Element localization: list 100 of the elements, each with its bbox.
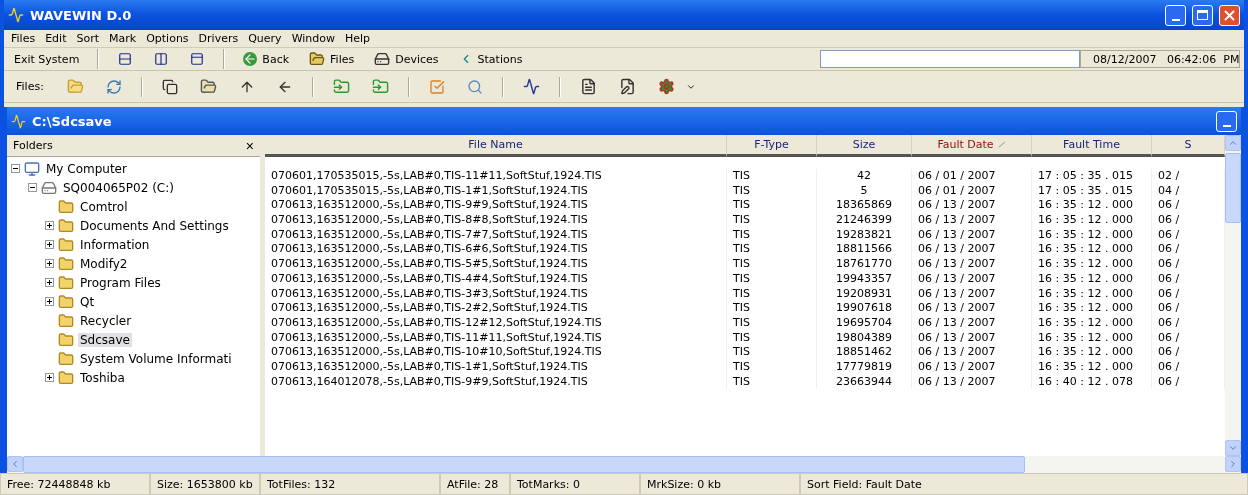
computer-icon: [24, 160, 40, 177]
status-field: Free: 72448848 kb: [0, 473, 150, 495]
window-title: C:\Sdcsave: [32, 113, 113, 129]
menu-item[interactable]: Mark: [104, 32, 142, 45]
menu-item[interactable]: Sort: [71, 32, 104, 45]
plus-icon: [46, 279, 53, 286]
table-cell: TIS: [727, 271, 817, 287]
expand-toggle[interactable]: [45, 373, 54, 382]
table-cell: 42: [817, 169, 912, 184]
folder-icon: [58, 236, 74, 253]
stations-button[interactable]: Stations: [448, 49, 533, 69]
back-button[interactable]: Back: [233, 49, 300, 69]
table-cell: 19283821: [817, 227, 912, 243]
tree-item[interactable]: System Volume Informati: [78, 351, 234, 366]
tree-item[interactable]: Program Files: [78, 275, 163, 290]
scroll-thumb[interactable]: [1225, 153, 1241, 223]
menu-item[interactable]: Drivers: [193, 32, 244, 45]
folder-icon: [58, 255, 74, 272]
table-cell: 06 / 13 / 2007: [912, 374, 1032, 390]
table-cell: 16 : 35 : 12 . 000: [1032, 301, 1152, 316]
column-header[interactable]: Size: [817, 135, 912, 157]
table-cell: 18365869: [817, 198, 912, 214]
tree-item[interactable]: Information: [78, 237, 152, 252]
expand-toggle[interactable]: [45, 259, 54, 268]
column-header[interactable]: F-Type: [727, 135, 817, 157]
device-icon: [374, 51, 391, 67]
menu-item[interactable]: Window: [286, 32, 340, 45]
devices-button[interactable]: Devices: [364, 49, 449, 69]
column-header[interactable]: File Name: [265, 135, 727, 157]
table-cell: 070613,163512000,-5s,LAB#0,TIS-2#2,SoftStuf,1924.TIS: [265, 301, 727, 316]
folder-icon: [58, 331, 74, 348]
table-cell: TIS: [727, 213, 817, 228]
folder-icon: [309, 51, 326, 67]
menu-item[interactable]: Options: [141, 32, 194, 45]
expand-toggle[interactable]: [45, 297, 54, 306]
plus-icon: [46, 374, 53, 381]
input-field[interactable]: [820, 50, 1080, 68]
minimize-button[interactable]: [1216, 110, 1237, 132]
table-cell: 06 / 13 / 2007: [912, 330, 1032, 346]
tree-item[interactable]: Recycler: [78, 313, 134, 328]
tree-item[interactable]: Toshiba: [78, 370, 127, 385]
table-cell: 070613,163512000,-5s,LAB#0,TIS-3#3,SoftStuf,1924.TIS: [265, 286, 727, 302]
table-cell: 16 : 35 : 12 . 000: [1032, 242, 1152, 258]
menu-item[interactable]: Query: [243, 32, 287, 45]
drive-icon: [41, 179, 57, 196]
table-cell: 16 : 35 : 12 . 000: [1032, 359, 1152, 375]
menu-item[interactable]: Help: [340, 32, 376, 45]
table-cell: 16 : 35 : 12 . 000: [1032, 271, 1152, 287]
table-cell: 19943357: [817, 271, 912, 287]
column-header[interactable]: S: [1152, 135, 1225, 157]
table-cell: TIS: [727, 315, 817, 331]
table-cell: TIS: [727, 345, 817, 360]
collapse-toggle[interactable]: [28, 183, 37, 192]
close-button[interactable]: [1219, 4, 1240, 26]
tree-item[interactable]: Sdcsave: [78, 332, 132, 347]
folder-icon: [58, 217, 74, 234]
expand-toggle[interactable]: [45, 240, 54, 249]
folder-icon: [58, 369, 74, 386]
table-cell: 070613,163512000,-5s,LAB#0,TIS-8#8,SoftStuf,1924.TIS: [265, 213, 727, 228]
tree-item[interactable]: Comtrol: [78, 199, 130, 214]
expand-toggle[interactable]: [45, 221, 54, 230]
table-cell: 070613,163512000,-5s,LAB#0,TIS-1#1,SoftStuf,1924.TIS: [265, 359, 727, 375]
sort-indicator-icon: [997, 141, 1006, 148]
tree-item[interactable]: Qt: [78, 294, 97, 309]
tree-item[interactable]: Modify2: [78, 256, 130, 271]
collapse-toggle[interactable]: [11, 164, 20, 173]
folder-icon: [58, 293, 74, 310]
table-cell: 16 : 35 : 12 . 000: [1032, 345, 1152, 360]
table-cell: 19695704: [817, 315, 912, 331]
expand-toggle[interactable]: [45, 278, 54, 287]
tree-item[interactable]: Documents And Settings: [78, 218, 231, 233]
table-cell: 070613,163512000,-5s,LAB#0,TIS-10#10,SoftStuf,1924.TIS: [265, 345, 727, 360]
status-field: AtFile: 28: [440, 473, 510, 495]
column-header[interactable]: Fault Date: [912, 135, 1032, 157]
table-cell: TIS: [727, 242, 817, 258]
close-icon: [1224, 9, 1235, 21]
vertical-scrollbar[interactable]: [1225, 135, 1241, 456]
tree-item[interactable]: SQ004065P02 (C:): [61, 180, 176, 195]
table-cell: 070613,163512000,-5s,LAB#0,TIS-9#9,SoftStuf,1924.TIS: [265, 198, 727, 214]
files-button[interactable]: Files: [299, 49, 365, 69]
table-cell: 16 : 40 : 12 . 078: [1032, 374, 1152, 390]
plus-icon: [46, 260, 53, 267]
table-cell: 16 : 35 : 12 . 000: [1032, 315, 1152, 331]
column-header[interactable]: Fault Time: [1032, 135, 1152, 157]
menu-item[interactable]: Edit: [40, 32, 72, 45]
table-cell: 070613,163512000,-5s,LAB#0,TIS-4#4,SoftStuf,1924.TIS: [265, 271, 727, 287]
table-cell: 19804389: [817, 330, 912, 346]
maximize-button[interactable]: [1192, 4, 1213, 26]
table-cell: 06 / 01 / 2007: [912, 183, 1032, 199]
exit-button[interactable]: Exit System: [4, 49, 90, 69]
pane-title: Folders: [13, 139, 53, 152]
menu-item[interactable]: Files: [6, 32, 41, 45]
tree-item[interactable]: My Computer: [44, 161, 129, 176]
table-cell: 06 / 13 / 2007: [912, 359, 1032, 375]
plus-icon: [46, 241, 53, 248]
table-cell: 16 : 35 : 12 . 000: [1032, 198, 1152, 214]
plus-icon: [46, 222, 53, 229]
minimize-button[interactable]: [1165, 4, 1186, 26]
close-button[interactable]: ×: [245, 137, 254, 154]
table-cell: 5: [817, 183, 912, 199]
